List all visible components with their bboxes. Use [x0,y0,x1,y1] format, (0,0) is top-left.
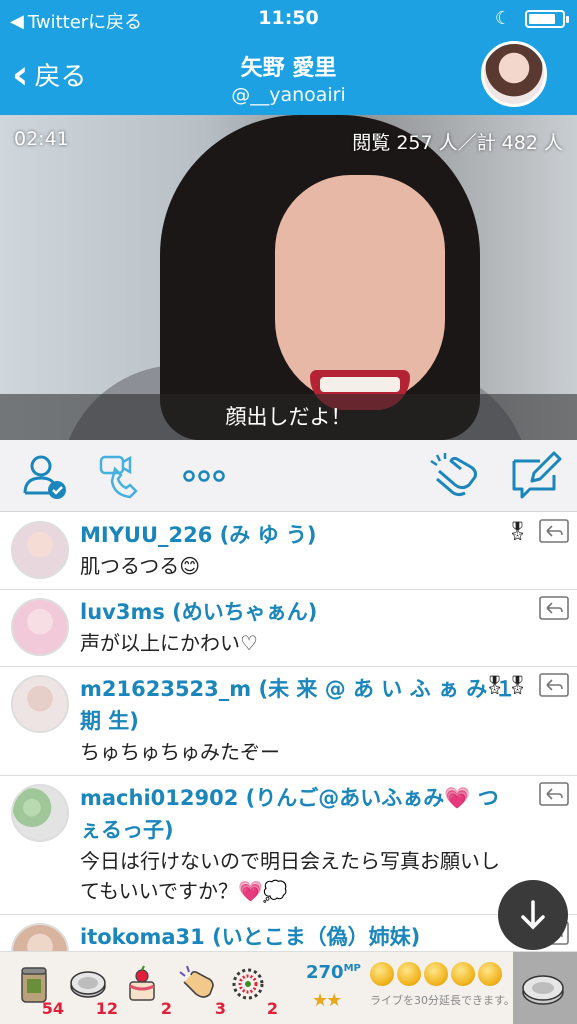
commenter-name[interactable]: m21623523_m (未 来 @ あ い ふ ぁ み １期 生) [80,673,517,737]
compose-comment-button[interactable] [505,450,565,502]
gold-coin-icon [478,962,502,986]
reply-icon[interactable] [539,673,569,699]
follow-button[interactable] [14,450,74,502]
gift-count: 2 [160,999,172,1018]
commenter-name[interactable]: itokoma31 (いとこま（偽）姉妹) [80,921,517,951]
status-bar: ◀ Twitterに戻る 11:50 ☾ [0,0,577,38]
clap-icon [430,453,477,497]
reply-icon[interactable] [539,596,569,622]
gift-count: 2 [266,999,278,1018]
comment-text: 声が以上にかわい♡ [80,631,258,655]
live-video[interactable]: 02:41 閲覧 257 人／計 482 人 顔出しだよ！ [0,115,577,440]
gift-count: 54 [41,999,64,1018]
video-scene [320,377,400,392]
gift-item[interactable]: 2 [118,960,172,1018]
mp-unit: MP [343,963,361,974]
clap-button[interactable] [425,450,485,502]
cake-icon [129,965,155,1001]
commenter-name[interactable]: machi012902 (りんご@あいふぁみ💗 つぇるっ子) [80,782,517,846]
arrow-down-icon [521,900,545,930]
commenter-avatar[interactable] [11,784,69,842]
gift-bar: 54 12 2 3 2 270MP ★★ ライブを30分延長できます。 [0,951,577,1024]
comment-item[interactable]: itokoma31 (いとこま（偽）姉妹) 🎖 [0,915,577,951]
clap-hands-icon [179,965,214,998]
comment-item[interactable]: MIYUU_226 (み ゆ う) 肌つるつる😊 🎖 [0,513,577,590]
status-time: 11:50 [258,7,319,29]
elapsed-time: 02:41 [14,128,69,150]
viewer-count: 閲覧 257 人／計 482 人 [352,132,563,154]
battery-level [529,13,555,24]
medal-badge-icon: 🎖 [506,521,529,542]
nav-bar: ‹ 戻る 矢野 愛里 @__yanoairi [0,38,577,115]
gold-coin-icon [451,962,475,986]
gift-item[interactable]: 2 [224,960,278,1018]
moon-icon: ☾ [494,8,511,29]
more-icon [183,470,225,482]
coin-disc-icon [70,971,106,998]
compose-comment-icon [512,451,562,499]
comment-item[interactable]: luv3ms (めいちゃぁん) 声が以上にかわい♡ [0,590,577,667]
firework-icon [232,968,264,1000]
gold-coin-icon [370,962,394,986]
follow-user-icon [23,455,66,499]
battery-icon [525,9,569,28]
extend-live-text: ライブを30分延長できます。 [370,994,515,1007]
commenter-name[interactable]: MIYUU_226 (み ゆ う) [80,519,517,551]
broadcaster-avatar[interactable] [481,41,547,107]
gold-coin-icon [397,962,421,986]
app-header: ◀ Twitterに戻る 11:50 ☾ ‹ 戻る 矢野 愛里 @__yanoa… [0,0,577,115]
mp-value: 270 [306,962,344,983]
extension-coins[interactable] [370,962,502,986]
more-options-button[interactable] [176,450,232,502]
commenter-avatar[interactable] [11,598,69,656]
tea-can-icon [21,967,47,1003]
commenter-avatar[interactable] [11,675,69,733]
gift-item[interactable]: 3 [172,960,226,1018]
comment-item[interactable]: m21623523_m (未 来 @ あ い ふ ぁ み １期 生) ちゅちゅち… [0,667,577,776]
reply-icon[interactable] [539,519,569,545]
gift-count: 12 [95,999,118,1018]
comment-text: 今日は行けないので明日会えたら写真お願いしてもいいですか？💗💭 [80,849,500,903]
commenter-avatar[interactable] [11,521,69,579]
action-bar [0,440,577,512]
gift-item[interactable]: 12 [64,960,118,1018]
scroll-to-latest-button[interactable] [498,880,568,950]
commenter-avatar[interactable] [11,923,69,951]
coin-disc-icon [522,975,564,1005]
reply-icon[interactable] [539,782,569,808]
gift-drawer-button[interactable] [513,952,577,1024]
status-right: ☾ [494,8,569,29]
gold-coin-icon [424,962,448,986]
star-rating: ★★ [312,990,342,1011]
comment-text: ちゅちゅちゅみたぞー [80,740,280,764]
mp-points: 270MP [306,962,361,983]
call-request-button[interactable] [93,450,153,502]
broadcast-caption: 顔出しだよ！ [0,394,577,440]
gift-item[interactable]: 54 [10,960,64,1018]
medal-badge-icon: 🎖🎖 [483,675,529,696]
comment-list[interactable]: MIYUU_226 (み ゆ う) 肌つるつる😊 🎖 luv3ms (めいちゃぁ… [0,513,577,951]
comment-text: 肌つるつる😊 [80,554,201,578]
commenter-name[interactable]: luv3ms (めいちゃぁん) [80,596,517,628]
call-request-icon [99,455,138,499]
comment-item[interactable]: machi012902 (りんご@あいふぁみ💗 つぇるっ子) 今日は行けないので… [0,776,577,915]
